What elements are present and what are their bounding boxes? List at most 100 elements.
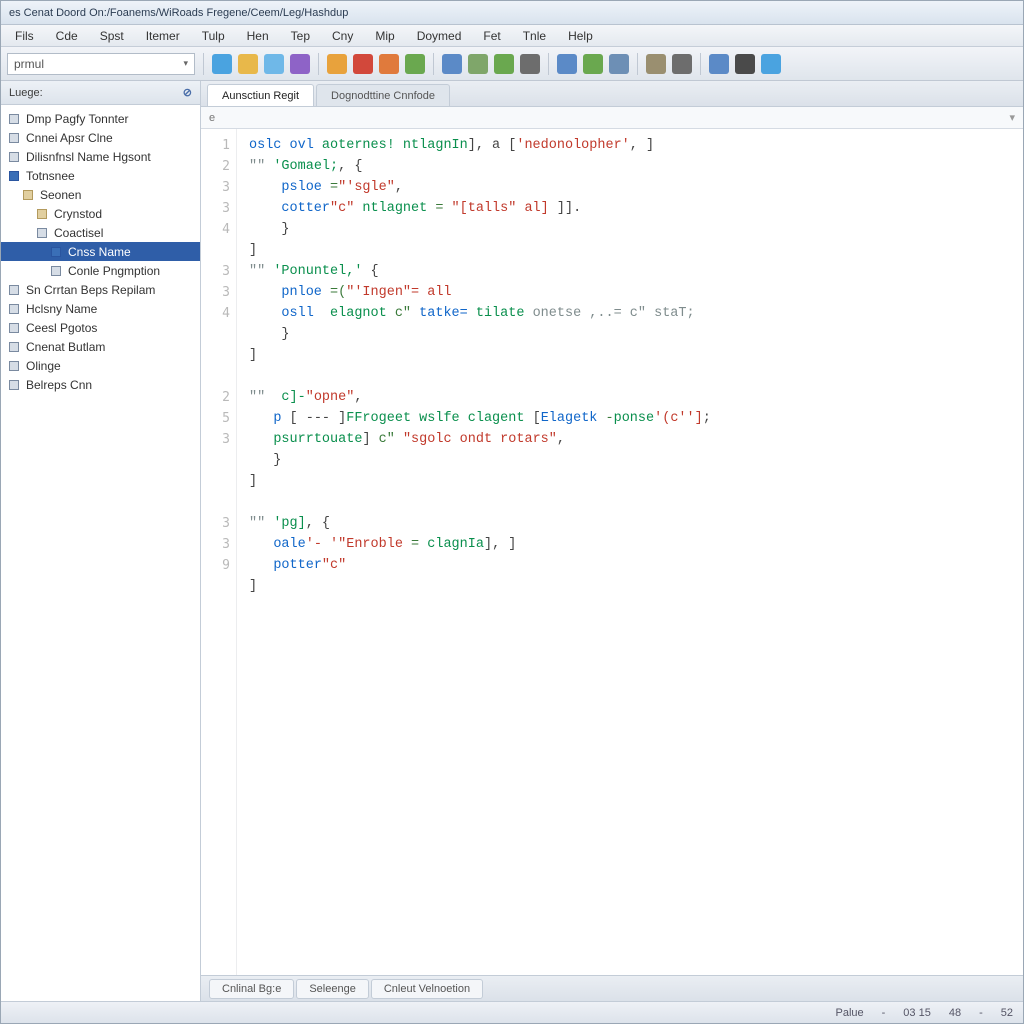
toolbar-icon-6[interactable] bbox=[379, 54, 399, 74]
code-line[interactable]: } bbox=[249, 450, 1013, 471]
code-line[interactable]: pnloe =("'Ingen"= all bbox=[249, 282, 1013, 303]
sidebar: Luege: ⊘ Dmp Pagfy TonnterCnnei Apsr Cln… bbox=[1, 81, 201, 1001]
status-bar: Palue - 03 15 48 - 52 bbox=[1, 1001, 1023, 1023]
code-line[interactable]: psurrtouate] c" "sgolc ondt rotars", bbox=[249, 429, 1013, 450]
toolbar-icon-group bbox=[212, 53, 781, 75]
toolbar-separator bbox=[548, 53, 549, 75]
code-line[interactable] bbox=[249, 366, 1013, 387]
toolbar-icon-2[interactable] bbox=[264, 54, 284, 74]
menu-tnle[interactable]: Tnle bbox=[513, 27, 556, 45]
tree-item[interactable]: Coactisel bbox=[1, 223, 200, 242]
menu-spst[interactable]: Spst bbox=[90, 27, 134, 45]
toolbar-icon-13[interactable] bbox=[583, 54, 603, 74]
menu-doymed[interactable]: Doymed bbox=[407, 27, 472, 45]
line-number: 2 bbox=[201, 156, 230, 177]
code-line[interactable] bbox=[249, 492, 1013, 513]
toolbar-icon-0[interactable] bbox=[212, 54, 232, 74]
toolbar-icon-14[interactable] bbox=[609, 54, 629, 74]
toolbar-icon-19[interactable] bbox=[761, 54, 781, 74]
tree-item[interactable]: Sn Crrtan Beps Repilam bbox=[1, 280, 200, 299]
tree-item-label: Sn Crrtan Beps Repilam bbox=[26, 283, 155, 297]
tree-item[interactable]: Olinge bbox=[1, 356, 200, 375]
status-field-2: 48 bbox=[949, 1007, 961, 1019]
bottom-tab[interactable]: Cnleut Velnoetion bbox=[371, 979, 483, 999]
line-gutter: 12334334253339 bbox=[201, 129, 237, 975]
toolbar-icon-5[interactable] bbox=[353, 54, 373, 74]
code-line[interactable]: ] bbox=[249, 240, 1013, 261]
menu-cde[interactable]: Cde bbox=[46, 27, 88, 45]
tree-item-icon bbox=[7, 340, 21, 354]
main-area: Aunsctiun RegitDognodttine Cnnfode e ▾ 1… bbox=[201, 81, 1023, 1001]
toolbar-icon-15[interactable] bbox=[646, 54, 666, 74]
line-number bbox=[201, 345, 230, 366]
toolbar-icon-8[interactable] bbox=[442, 54, 462, 74]
tree-item[interactable]: Dilisnfnsl Name Hgsont bbox=[1, 147, 200, 166]
tree-item[interactable]: Cnenat Butlam bbox=[1, 337, 200, 356]
editor-tab[interactable]: Aunsctiun Regit bbox=[207, 84, 314, 106]
breadcrumb-dropdown-icon[interactable]: ▾ bbox=[1009, 111, 1015, 124]
toolbar-icon-3[interactable] bbox=[290, 54, 310, 74]
tree-item[interactable]: Dmp Pagfy Tonnter bbox=[1, 109, 200, 128]
code-line[interactable]: p [ --- ]FFrogeet wslfe clagent [Elagetk… bbox=[249, 408, 1013, 429]
menu-tulp[interactable]: Tulp bbox=[192, 27, 235, 45]
code-line[interactable]: oale'- '"Enroble = clagnIa], ] bbox=[249, 534, 1013, 555]
code-line[interactable]: } bbox=[249, 219, 1013, 240]
code-line[interactable]: cotter"c" ntlagnet = "[talls" al] ]]. bbox=[249, 198, 1013, 219]
window-title: es Cenat Doord On:/Foanems/WiRoads Frege… bbox=[9, 7, 348, 19]
code-line[interactable]: osll elagnot c" tatke= tilate onetse ,..… bbox=[249, 303, 1013, 324]
menu-help[interactable]: Help bbox=[558, 27, 603, 45]
code-line[interactable]: "" 'pg], { bbox=[249, 513, 1013, 534]
menu-fils[interactable]: Fils bbox=[5, 27, 44, 45]
tree-item[interactable]: Ceesl Pgotos bbox=[1, 318, 200, 337]
code-line[interactable]: ] bbox=[249, 471, 1013, 492]
menu-itemer[interactable]: Itemer bbox=[136, 27, 190, 45]
bottom-tab[interactable]: Cnlinal Bg:e bbox=[209, 979, 294, 999]
tree-item[interactable]: Conle Pngmption bbox=[1, 261, 200, 280]
line-number: 3 bbox=[201, 534, 230, 555]
tree-item-label: Coactisel bbox=[54, 226, 103, 240]
context-dropdown[interactable]: prmul ▾ bbox=[7, 53, 195, 75]
toolbar-icon-10[interactable] bbox=[494, 54, 514, 74]
tree-item[interactable]: Seonen bbox=[1, 185, 200, 204]
tree-item-label: Crynstod bbox=[54, 207, 102, 221]
menu-tep[interactable]: Tep bbox=[281, 27, 320, 45]
code-line[interactable]: oslc ovl aoternes! ntlagnIn], a ['nedono… bbox=[249, 135, 1013, 156]
code-line[interactable]: } bbox=[249, 324, 1013, 345]
code-line[interactable]: "" c]-"opne", bbox=[249, 387, 1013, 408]
tree-item-icon bbox=[7, 321, 21, 335]
code-area[interactable]: oslc ovl aoternes! ntlagnIn], a ['nedono… bbox=[237, 129, 1023, 975]
tree-item[interactable]: Crynstod bbox=[1, 204, 200, 223]
code-line[interactable]: potter"c" bbox=[249, 555, 1013, 576]
menu-cny[interactable]: Cny bbox=[322, 27, 363, 45]
toolbar-icon-17[interactable] bbox=[709, 54, 729, 74]
sidebar-close-icon[interactable]: ⊘ bbox=[183, 86, 192, 99]
toolbar-icon-4[interactable] bbox=[327, 54, 347, 74]
menu-fet[interactable]: Fet bbox=[473, 27, 510, 45]
toolbar-icon-11[interactable] bbox=[520, 54, 540, 74]
bottom-tab[interactable]: Seleenge bbox=[296, 979, 369, 999]
menu-hen[interactable]: Hen bbox=[237, 27, 279, 45]
line-number: 3 bbox=[201, 513, 230, 534]
code-line[interactable]: psloe ="'sgle", bbox=[249, 177, 1013, 198]
menu-mip[interactable]: Mip bbox=[365, 27, 404, 45]
toolbar-icon-9[interactable] bbox=[468, 54, 488, 74]
tree-item[interactable]: Hclsny Name bbox=[1, 299, 200, 318]
tree-item[interactable]: Belreps Cnn bbox=[1, 375, 200, 394]
code-line[interactable]: "" 'Ponuntel,' { bbox=[249, 261, 1013, 282]
tree-item-label: Cnss Name bbox=[68, 245, 131, 259]
toolbar-icon-18[interactable] bbox=[735, 54, 755, 74]
code-line[interactable]: "" 'Gomael;, { bbox=[249, 156, 1013, 177]
toolbar-icon-12[interactable] bbox=[557, 54, 577, 74]
code-line[interactable]: ] bbox=[249, 345, 1013, 366]
project-tree[interactable]: Dmp Pagfy TonnterCnnei Apsr ClneDilisnfn… bbox=[1, 105, 200, 1001]
editor-tab[interactable]: Dognodttine Cnnfode bbox=[316, 84, 450, 106]
toolbar-icon-16[interactable] bbox=[672, 54, 692, 74]
toolbar-icon-7[interactable] bbox=[405, 54, 425, 74]
code-editor[interactable]: 12334334253339 oslc ovl aoternes! ntlagn… bbox=[201, 129, 1023, 975]
tree-item[interactable]: Cnss Name bbox=[1, 242, 200, 261]
tree-item[interactable]: Totnsnee bbox=[1, 166, 200, 185]
breadcrumb-bar[interactable]: e ▾ bbox=[201, 107, 1023, 129]
tree-item[interactable]: Cnnei Apsr Clne bbox=[1, 128, 200, 147]
toolbar-icon-1[interactable] bbox=[238, 54, 258, 74]
code-line[interactable]: ] bbox=[249, 576, 1013, 597]
